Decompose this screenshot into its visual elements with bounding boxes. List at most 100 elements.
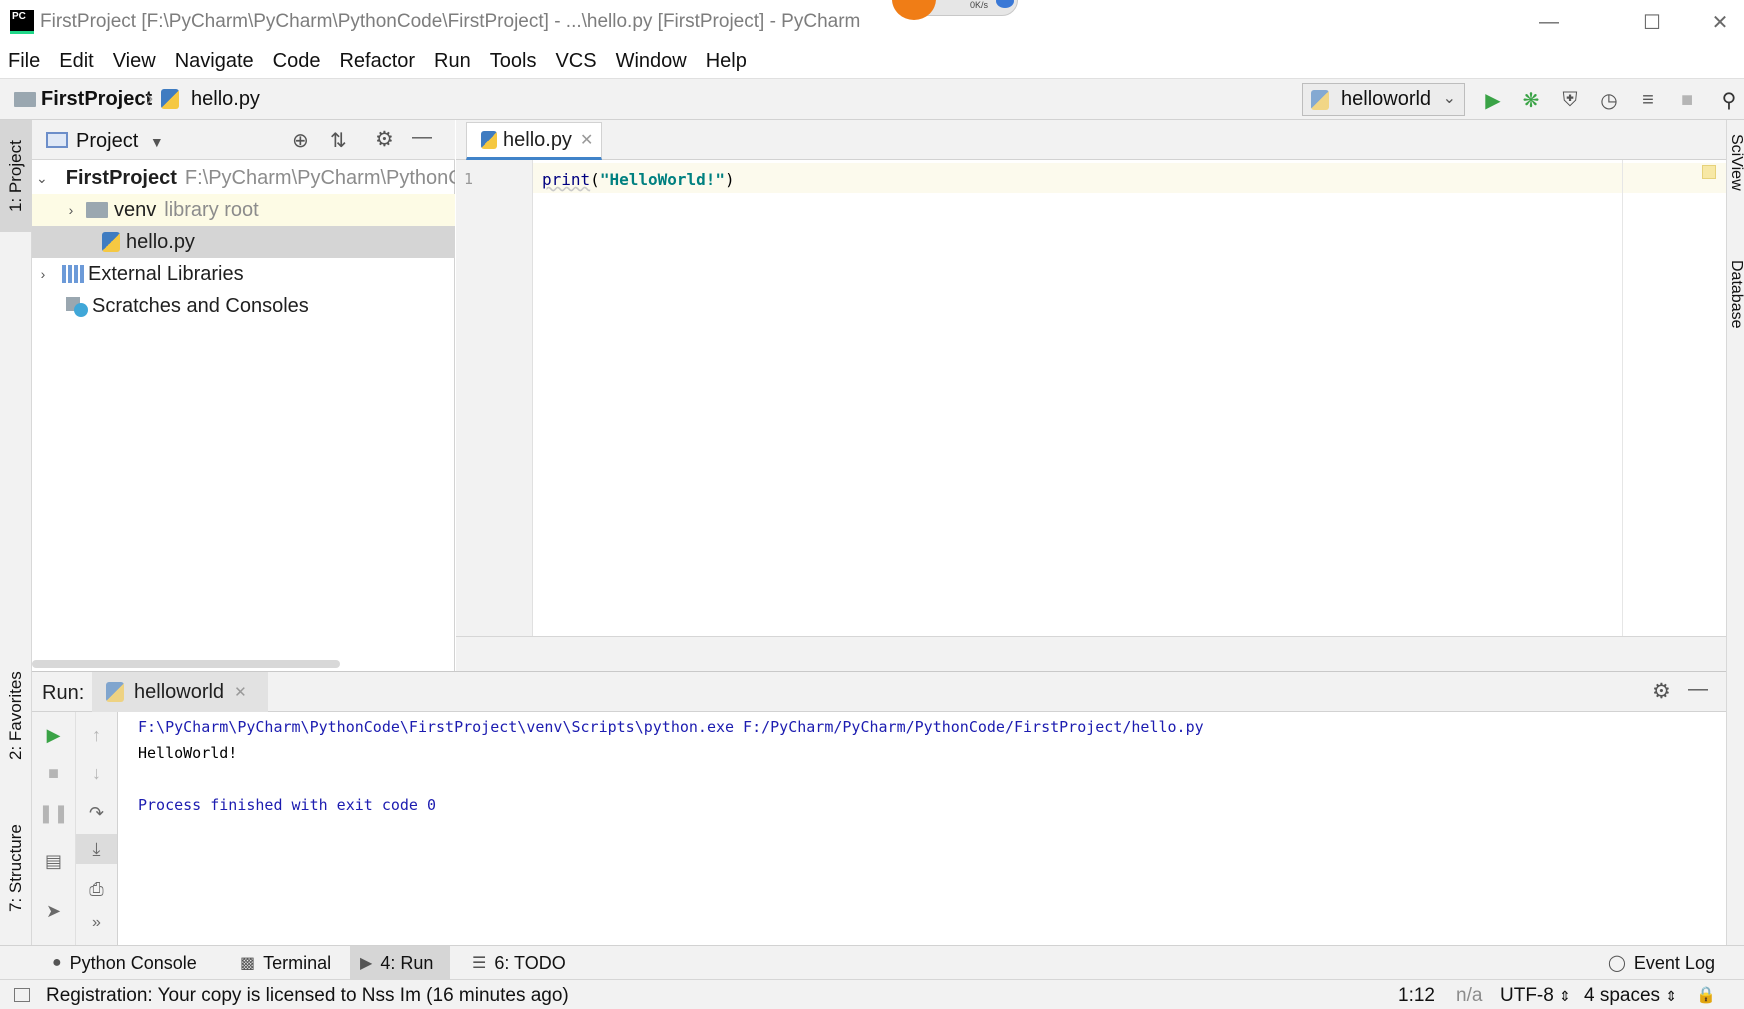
- locate-icon[interactable]: ⊕: [292, 128, 309, 153]
- tool-tab-project[interactable]: 1: Project: [0, 120, 32, 232]
- floating-ball-icon[interactable]: [892, 0, 936, 20]
- project-horizontal-scrollbar[interactable]: [32, 660, 340, 668]
- rerun-icon[interactable]: ▶: [32, 720, 75, 750]
- code-line-1[interactable]: print("HelloWorld!"): [542, 170, 735, 189]
- indent-setting[interactable]: 4 spaces ⇕: [1584, 985, 1677, 1007]
- coverage-icon[interactable]: ⛨: [1557, 88, 1583, 112]
- tool-tab-sciview[interactable]: SciView: [1727, 134, 1744, 234]
- menu-file[interactable]: File: [8, 50, 40, 73]
- caret-position[interactable]: 1:12: [1398, 985, 1435, 1007]
- tree-project-path: F:\PyCharm\PyCharm\PythonCode\FirstProje…: [184, 166, 455, 189]
- tool-tab-terminal[interactable]: ▩ Terminal: [230, 946, 341, 980]
- editor-gutter[interactable]: 1: [456, 160, 533, 636]
- tree-row-scratches[interactable]: Scratches and Consoles: [32, 290, 455, 322]
- pin-icon[interactable]: ➤: [32, 896, 75, 926]
- status-message[interactable]: Registration: Your copy is licensed to N…: [46, 985, 569, 1007]
- print-icon[interactable]: ⎙: [76, 874, 117, 904]
- menu-edit[interactable]: Edit: [59, 50, 93, 73]
- project-view-select[interactable]: Project ▼: [76, 130, 164, 153]
- collapsed-arrow-icon[interactable]: ›: [64, 202, 78, 218]
- run-tab-helloworld[interactable]: helloworld ✕: [92, 672, 268, 712]
- gear-icon[interactable]: ⚙: [375, 127, 394, 152]
- menu-view[interactable]: View: [113, 50, 156, 73]
- collapsed-arrow-icon[interactable]: ›: [36, 266, 50, 282]
- debug-icon[interactable]: ❋: [1518, 88, 1544, 112]
- tree-row-venv[interactable]: › venv library root: [32, 194, 455, 226]
- code-editor[interactable]: 1 print("HelloWorld!"): [456, 160, 1726, 636]
- run-configuration-select[interactable]: helloworld ⌄: [1302, 83, 1465, 116]
- profile-icon[interactable]: ◷: [1596, 88, 1622, 112]
- run-panel-header: Run: helloworld ✕ ⚙ —: [32, 672, 1726, 712]
- collapse-all-icon[interactable]: ⇅: [330, 128, 347, 153]
- layout-icon[interactable]: ▤: [32, 846, 75, 876]
- close-window-button[interactable]: ✕: [1700, 8, 1740, 36]
- minimize-button[interactable]: —: [1529, 8, 1569, 36]
- tree-row-project-root[interactable]: ⌄ FirstProject F:\PyCharm\PyCharm\Python…: [32, 162, 455, 194]
- more-icon[interactable]: »: [76, 908, 117, 938]
- scroll-to-end-icon[interactable]: ⤓: [76, 834, 117, 864]
- close-tab-icon[interactable]: ✕: [234, 683, 247, 701]
- breadcrumb-project[interactable]: FirstProject: [41, 88, 152, 111]
- tool-tab-todo-label: 6: TODO: [494, 952, 566, 973]
- hide-panel-icon[interactable]: —: [412, 126, 432, 149]
- toggle-tool-windows-icon[interactable]: [14, 988, 30, 1002]
- menu-code[interactable]: Code: [273, 50, 321, 73]
- console-output-line: HelloWorld!: [138, 744, 238, 762]
- tool-tab-todo[interactable]: ☰ 6: TODO: [462, 946, 576, 980]
- tree-venv-note: library root: [164, 198, 259, 221]
- maximize-button[interactable]: ☐: [1632, 8, 1672, 36]
- stop-icon[interactable]: ■: [1674, 88, 1700, 112]
- python-config-icon: [1311, 90, 1329, 110]
- python-console-icon: ●: [52, 954, 62, 971]
- tree-row-hello-py[interactable]: hello.py: [32, 226, 455, 258]
- editor-tab-hello-py[interactable]: hello.py ✕: [466, 122, 602, 160]
- soft-wrap-icon[interactable]: ↷: [76, 798, 117, 828]
- close-tab-icon[interactable]: ✕: [580, 130, 593, 150]
- terminal-icon: ▩: [240, 955, 256, 972]
- gear-icon[interactable]: ⚙: [1652, 679, 1671, 704]
- project-view-label: Project: [76, 130, 139, 152]
- arrow-up-icon[interactable]: ↑: [76, 720, 117, 750]
- run-concurrency-icon[interactable]: ≡: [1635, 88, 1661, 112]
- menu-bar: File Edit View Navigate Code Refactor Ru…: [0, 44, 1744, 78]
- project-view-icon: [46, 132, 68, 148]
- console-command-line: F:\PyCharm\PyCharm\PythonCode\FirstProje…: [138, 718, 1204, 736]
- file-encoding[interactable]: UTF-8 ⇕: [1500, 985, 1571, 1007]
- line-separator[interactable]: n/a: [1456, 985, 1482, 1007]
- lock-icon[interactable]: 🔒: [1696, 985, 1716, 1005]
- menu-refactor[interactable]: Refactor: [339, 50, 415, 73]
- expanded-arrow-icon[interactable]: ⌄: [36, 170, 48, 187]
- tool-tab-favorites[interactable]: 2: Favorites: [0, 660, 32, 772]
- breadcrumb-file[interactable]: hello.py: [191, 88, 260, 111]
- project-panel-header: Project ▼ ⊕ ⇅ ⚙ —: [32, 120, 455, 160]
- run-icon[interactable]: ▶: [1480, 88, 1506, 112]
- console-exit-line: Process finished with exit code 0: [138, 796, 437, 814]
- arrow-down-icon[interactable]: ↓: [76, 758, 117, 788]
- indent-setting-label: 4 spaces: [1584, 985, 1661, 1006]
- run-console[interactable]: F:\PyCharm\PyCharm\PythonCode\FirstProje…: [118, 712, 1726, 946]
- tool-tab-event-log[interactable]: ◯ Event Log: [1598, 946, 1725, 980]
- menu-navigate[interactable]: Navigate: [175, 50, 254, 73]
- menu-tools[interactable]: Tools: [490, 50, 537, 73]
- menu-vcs[interactable]: VCS: [555, 50, 596, 73]
- pause-icon[interactable]: ❚❚: [32, 798, 75, 828]
- hide-panel-icon[interactable]: —: [1688, 678, 1708, 701]
- tool-tab-python-console[interactable]: ● Python Console: [42, 946, 207, 980]
- tool-tab-database[interactable]: Database: [1727, 260, 1744, 380]
- updown-icon: ⇕: [1559, 988, 1571, 1004]
- menu-run[interactable]: Run: [434, 50, 471, 73]
- stop-icon[interactable]: ■: [32, 758, 75, 788]
- warning-stripe-icon[interactable]: [1702, 165, 1716, 179]
- tool-tab-project-label: 1: Project: [6, 140, 25, 212]
- run-configuration-label: helloworld: [1341, 88, 1432, 110]
- tree-row-external-libraries[interactable]: › External Libraries: [32, 258, 455, 290]
- tool-tab-structure[interactable]: 7: Structure: [0, 808, 32, 928]
- menu-help[interactable]: Help: [706, 50, 747, 73]
- chevron-down-icon: ⌄: [1442, 90, 1456, 107]
- search-icon[interactable]: ⚲: [1716, 88, 1742, 112]
- code-string: "HelloWorld!": [599, 170, 726, 189]
- left-tool-strip: 1: Project 2: Favorites 7: Structure: [0, 120, 32, 945]
- menu-window[interactable]: Window: [616, 50, 687, 73]
- run-toolbar-secondary: ↑ ↓ ↷ ⤓ ⎙ »: [76, 712, 118, 946]
- tool-tab-run[interactable]: ▶ 4: Run: [350, 946, 450, 980]
